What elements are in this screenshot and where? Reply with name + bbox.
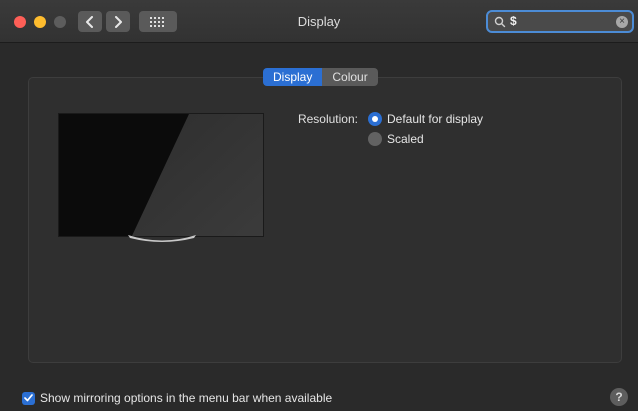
clear-icon[interactable]: × (616, 16, 628, 28)
resolution-label: Resolution: (297, 112, 358, 126)
mirroring-label: Show mirroring options in the menu bar w… (40, 391, 333, 405)
radio-label: Default for display (387, 112, 484, 126)
tab-display[interactable]: Display (263, 68, 323, 86)
radio-scaled[interactable]: Scaled (368, 131, 424, 147)
help-button[interactable]: ? (610, 388, 628, 406)
radio-selected-icon[interactable] (368, 112, 382, 126)
radio-default-for-display[interactable]: Default for display (368, 111, 483, 127)
mirroring-option[interactable]: Show mirroring options in the menu bar w… (22, 390, 332, 406)
radio-unselected-icon[interactable] (368, 132, 382, 146)
preferences-window: Display $ × Display Colour Resolution: D… (0, 0, 638, 411)
tab-bar: Display Colour (263, 68, 378, 86)
display-preview-image (58, 113, 264, 237)
title-bar: Display $ × (0, 0, 638, 43)
search-icon (494, 15, 506, 33)
search-field[interactable]: $ × (486, 10, 634, 33)
monitor-stand-icon (128, 235, 196, 242)
radio-label: Scaled (387, 132, 424, 146)
checkbox-checked-icon[interactable] (22, 391, 35, 405)
tab-colour[interactable]: Colour (322, 68, 378, 86)
search-input[interactable]: $ (510, 14, 517, 28)
